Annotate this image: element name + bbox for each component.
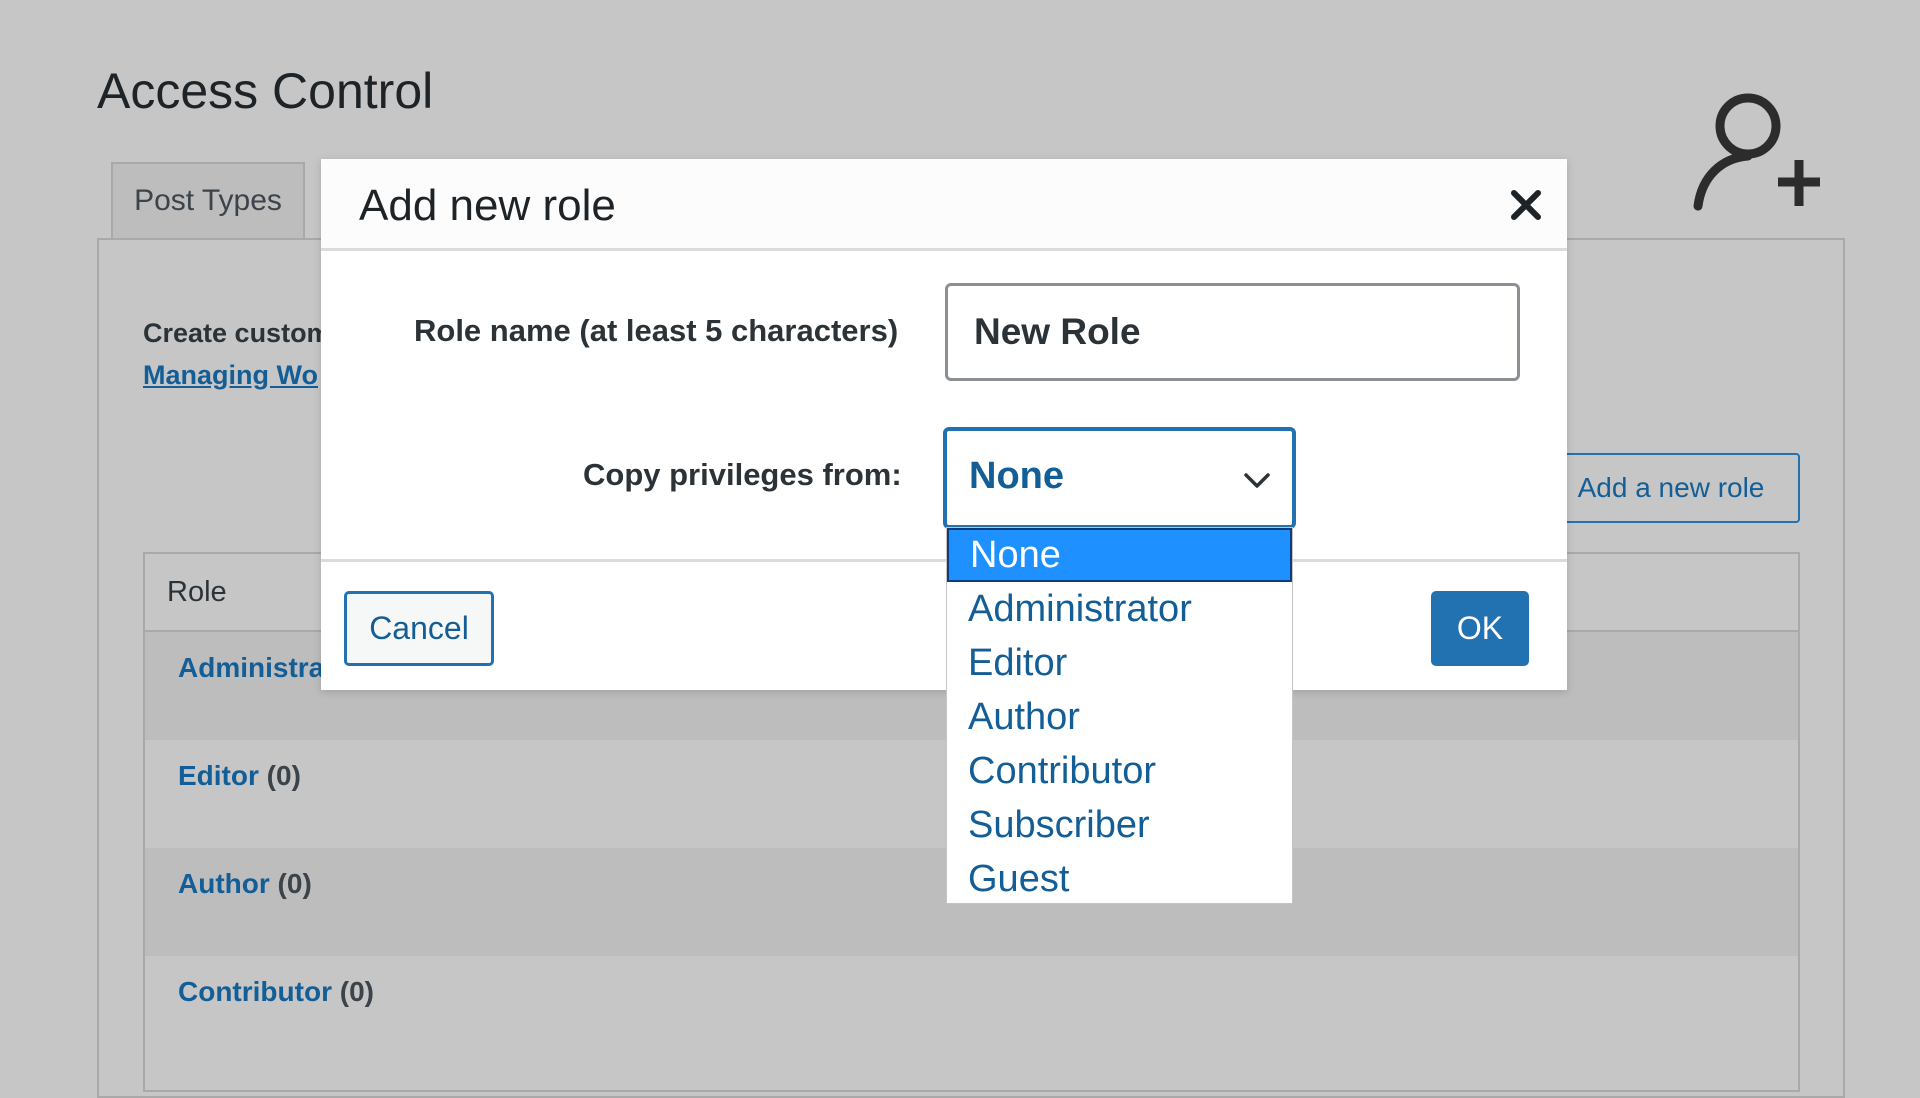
option-contributor[interactable]: Contributor bbox=[947, 744, 1292, 798]
add-role-modal: Add new role Role name (at least 5 chara… bbox=[321, 159, 1567, 690]
managing-link[interactable]: Managing Wo bbox=[143, 360, 318, 391]
privileges-dropdown-list: None Administrator Editor Author Contrib… bbox=[946, 527, 1293, 904]
role-link[interactable]: Author bbox=[178, 868, 270, 899]
chevron-down-icon bbox=[1244, 473, 1270, 488]
role-link[interactable]: Editor bbox=[178, 760, 259, 791]
add-user-icon bbox=[1693, 93, 1820, 211]
page-title: Access Control bbox=[97, 63, 434, 119]
modal-footer: Cancel OK bbox=[321, 559, 1567, 690]
cancel-button[interactable]: Cancel bbox=[344, 591, 494, 666]
ok-button[interactable]: OK bbox=[1431, 591, 1529, 666]
role-count: (0) bbox=[339, 976, 374, 1007]
select-value: None bbox=[969, 455, 1064, 497]
role-link[interactable]: Contributor bbox=[178, 976, 332, 1007]
table-row: Contributor (0) bbox=[145, 956, 1798, 1064]
option-subscriber[interactable]: Subscriber bbox=[947, 798, 1292, 852]
modal-header: Add new role bbox=[321, 159, 1567, 251]
add-new-role-button[interactable]: Add a new role bbox=[1542, 453, 1800, 523]
copy-privileges-select[interactable]: None bbox=[943, 427, 1296, 529]
option-none[interactable]: None bbox=[947, 528, 1292, 582]
option-editor[interactable]: Editor bbox=[947, 636, 1292, 690]
intro-text: Create custom bbox=[143, 318, 331, 348]
role-count: (0) bbox=[277, 868, 312, 899]
option-administrator[interactable]: Administrator bbox=[947, 582, 1292, 636]
role-count: (0) bbox=[266, 760, 301, 791]
modal-title: Add new role bbox=[359, 181, 616, 230]
role-name-input[interactable] bbox=[945, 283, 1520, 381]
copy-privileges-label: Copy privileges from: bbox=[583, 457, 902, 492]
tab-post-types[interactable]: Post Types bbox=[111, 162, 305, 238]
close-icon[interactable] bbox=[1508, 187, 1544, 223]
role-link[interactable]: Administra bbox=[178, 652, 324, 683]
option-author[interactable]: Author bbox=[947, 690, 1292, 744]
role-name-label: Role name (at least 5 characters) bbox=[414, 313, 899, 348]
option-guest[interactable]: Guest bbox=[947, 852, 1292, 903]
